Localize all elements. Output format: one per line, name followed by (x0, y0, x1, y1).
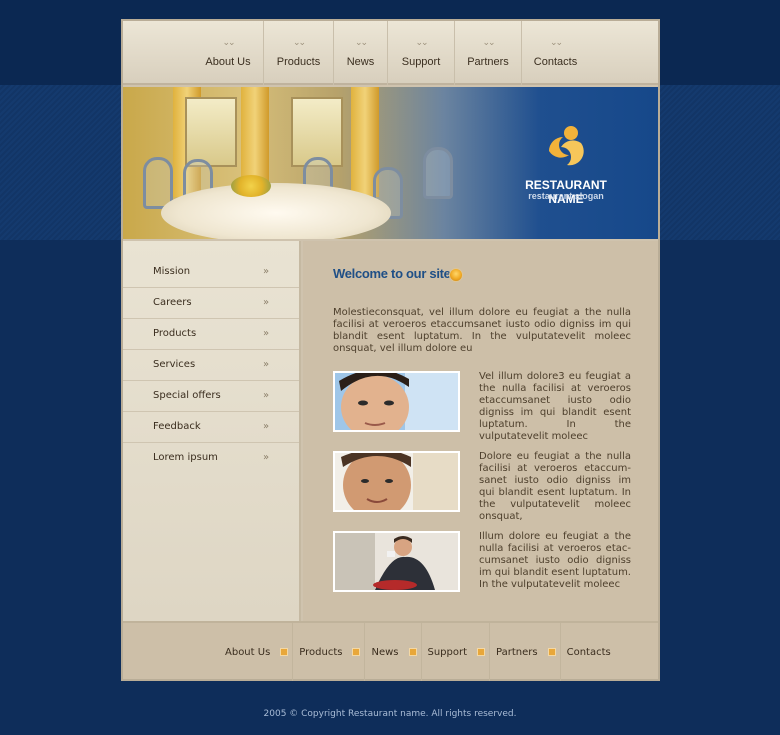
double-arrow-icon: » (263, 328, 270, 339)
content-row: Dolore eu feugiat a the nulla facilisi a… (333, 451, 631, 522)
top-nav-products[interactable]: ⌄⌄ Products (263, 21, 333, 85)
person-photo (333, 451, 460, 512)
top-nav-label: Products (276, 56, 321, 68)
person-photo (333, 371, 460, 432)
content-row: Illum dolore eu feugiat a the nulla faci… (333, 531, 631, 593)
top-nav-news[interactable]: ⌄⌄ News (333, 21, 387, 85)
top-nav-partners[interactable]: ⌄⌄ Partners (454, 21, 521, 85)
sidebar-item-label: Feedback (153, 421, 201, 432)
header-banner: RESTAURANT NAME restaurant slogan (123, 87, 658, 239)
sidebar-item-label: Special offers (153, 390, 221, 401)
footer-nav-products[interactable]: Products (292, 623, 348, 681)
footer-nav-support[interactable]: Support (420, 623, 474, 681)
restaurant-logo-icon (549, 126, 584, 166)
man-face-image (335, 373, 458, 430)
sidebar-item-label: Products (153, 328, 197, 339)
top-nav-label: Partners (467, 56, 509, 68)
sidebar-item-label: Services (153, 359, 196, 370)
intro-paragraph: Molestieconsquat, vel illum dolore eu fe… (333, 307, 631, 354)
restaurant-slogan: restaurant slogan (528, 191, 604, 201)
sidebar-item-mission[interactable]: Mission » (123, 257, 299, 288)
main-content: Welcome to our site Molestieconsquat, ve… (303, 241, 658, 621)
chevron-down-icon: ⌄⌄ (222, 38, 235, 48)
sidebar-item-feedback[interactable]: Feedback » (123, 412, 299, 443)
footer-nav-news[interactable]: News (364, 623, 404, 681)
top-nav-label: News (346, 56, 375, 68)
businessman-coffee-image (335, 533, 458, 590)
double-arrow-icon: » (263, 359, 270, 370)
square-bullet-icon (547, 648, 556, 656)
sidebar-item-services[interactable]: Services » (123, 350, 299, 381)
sidebar-item-products[interactable]: Products » (123, 319, 299, 350)
double-arrow-icon: » (263, 421, 270, 432)
page-frame: ⌄⌄ About Us ⌄⌄ Products ⌄⌄ News ⌄⌄ Suppo… (121, 19, 660, 681)
copyright-text: 2005 © Copyright Restaurant name. All ri… (263, 709, 517, 719)
top-nav-label: Support (401, 56, 441, 68)
top-navigation: ⌄⌄ About Us ⌄⌄ Products ⌄⌄ News ⌄⌄ Suppo… (123, 21, 658, 85)
top-nav-contacts[interactable]: ⌄⌄ Contacts (521, 21, 589, 85)
sidebar-item-label: Mission (153, 266, 191, 277)
square-bullet-icon (477, 648, 486, 656)
dining-table-shape (161, 183, 391, 239)
sidebar-item-lorem-ipsum[interactable]: Lorem ipsum » (123, 443, 299, 474)
man-face-image (335, 453, 458, 510)
sidebar-item-special-offers[interactable]: Special offers » (123, 381, 299, 412)
chair-shape (423, 147, 453, 199)
top-nav-label: Contacts (533, 56, 578, 68)
chevron-down-icon: ⌄⌄ (292, 38, 306, 48)
double-arrow-icon: » (263, 390, 270, 401)
footer-navigation: About Us Products News Support Partners … (123, 621, 658, 681)
top-nav-label: About Us (205, 56, 251, 68)
double-arrow-icon: » (263, 452, 270, 463)
top-nav-support[interactable]: ⌄⌄ Support (387, 21, 454, 85)
flowers-shape (231, 175, 271, 197)
page-title: Welcome to our site (333, 266, 451, 281)
content-row: Vel illum dolore3 eu feugiat a the nulla… (333, 371, 631, 442)
row-text: Illum dolore eu feugiat a the nulla faci… (479, 531, 631, 590)
sidebar-item-label: Careers (153, 297, 192, 308)
bullet-circle-icon (449, 268, 463, 282)
double-arrow-icon: » (263, 297, 270, 308)
sidebar: Mission » Careers » Products » Services … (123, 241, 301, 621)
sidebar-item-label: Lorem ipsum (153, 452, 218, 463)
footer-nav-about-us[interactable]: About Us (219, 623, 276, 681)
chevron-down-icon: ⌄⌄ (549, 38, 563, 48)
footer-nav-contacts[interactable]: Contacts (559, 623, 617, 681)
chevron-down-icon: ⌄⌄ (415, 38, 428, 48)
square-bullet-icon (408, 648, 417, 656)
chevron-down-icon: ⌄⌄ (482, 38, 495, 48)
row-text: Dolore eu feugiat a the nulla facilisi a… (479, 451, 631, 522)
top-nav-about-us[interactable]: ⌄⌄ About Us (193, 21, 263, 85)
square-bullet-icon (280, 648, 289, 656)
window-shape (185, 97, 237, 167)
row-text: Vel illum dolore3 eu feugiat a the nulla… (479, 371, 631, 442)
person-photo (333, 531, 460, 592)
square-bullet-icon (352, 648, 361, 656)
footer-nav-partners[interactable]: Partners (489, 623, 544, 681)
sidebar-item-careers[interactable]: Careers » (123, 288, 299, 319)
chevron-down-icon: ⌄⌄ (354, 38, 368, 48)
double-arrow-icon: » (263, 266, 270, 277)
